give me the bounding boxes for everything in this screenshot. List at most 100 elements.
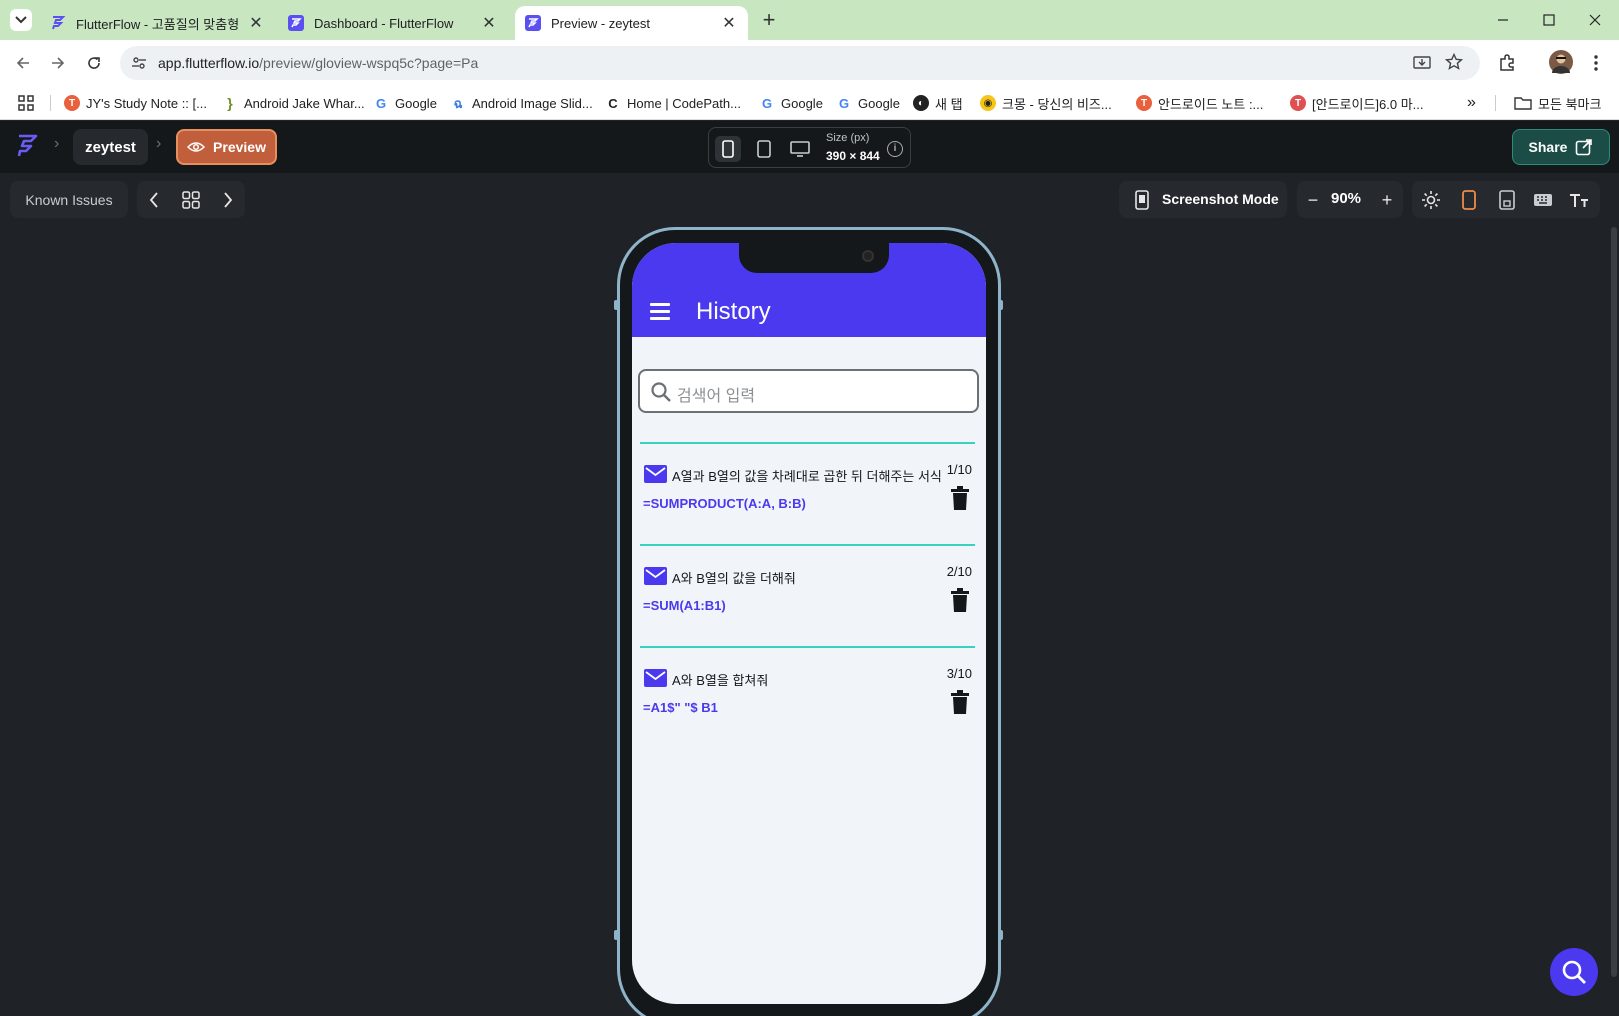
share-button[interactable]: Share: [1512, 129, 1610, 165]
bookmark-item[interactable]: ฉ Android Image Slid...: [450, 94, 593, 112]
window-close-button[interactable]: [1572, 6, 1618, 34]
flutterflow-favicon-icon: [525, 15, 541, 31]
preview-button[interactable]: Preview: [176, 129, 277, 165]
all-pages-button[interactable]: [180, 189, 202, 211]
hamburger-menu-icon[interactable]: [650, 303, 670, 320]
bookmark-item[interactable]: ◉ 크몽 - 당신의 비즈...: [980, 94, 1112, 112]
bookmark-item[interactable]: T [안드로이드]6.0 마...: [1290, 94, 1424, 112]
bookmark-item[interactable]: G Google: [759, 94, 823, 112]
history-list-item[interactable]: A와 B열을 합쳐줘 3/10 =A1$" "$ B1: [640, 646, 975, 748]
theme-toggle-button[interactable]: [1420, 189, 1442, 211]
history-formula: =SUMPRODUCT(A:A, B:B): [643, 496, 806, 511]
bookmark-label: 새 탭: [935, 96, 963, 112]
eye-icon: [187, 141, 206, 153]
desktop-device-button[interactable]: [787, 136, 813, 162]
phone-device-button[interactable]: [715, 136, 741, 162]
device-size-selector: Size (px) 390 × 844 i: [708, 127, 911, 168]
project-name-button[interactable]: zeytest: [73, 129, 148, 165]
tab-title: Dashboard - FlutterFlow: [314, 15, 454, 31]
tab-title: Preview - zeytest: [551, 15, 650, 31]
previous-page-button[interactable]: [143, 189, 165, 211]
bookmark-item[interactable]: C Home | CodePath...: [605, 94, 741, 112]
device-frame-button[interactable]: [1496, 189, 1518, 211]
forward-button[interactable]: [47, 52, 69, 74]
help-search-button[interactable]: [1550, 948, 1598, 996]
bookmark-item[interactable]: T 안드로이드 노트 :...: [1136, 94, 1263, 112]
zoom-level: 90%: [1331, 190, 1362, 207]
profile-avatar[interactable]: [1549, 50, 1573, 74]
install-app-icon[interactable]: [1413, 54, 1431, 77]
google-icon: G: [838, 95, 850, 111]
page-scrollbar[interactable]: [1611, 227, 1617, 977]
trash-icon[interactable]: [950, 690, 970, 714]
bookmark-item[interactable]: ◐ 새 탭: [913, 94, 963, 112]
text-scale-button[interactable]: [1568, 189, 1590, 211]
history-question: A와 B열을 합쳐줘: [672, 673, 769, 688]
site-settings-icon[interactable]: [130, 54, 148, 72]
trash-icon[interactable]: [950, 588, 970, 612]
zoom-in-button[interactable]: +: [1376, 189, 1398, 211]
bookmark-item[interactable]: G Google: [836, 94, 900, 112]
preview-label: Preview: [213, 139, 266, 155]
bookmark-label: JY's Study Note :: [...: [86, 95, 207, 111]
keyboard-button[interactable]: [1532, 189, 1554, 211]
reload-button[interactable]: [83, 52, 105, 74]
browser-tab-preview[interactable]: Preview - zeytest ✕: [515, 6, 748, 40]
flutterflow-logo-icon[interactable]: [14, 133, 40, 164]
avatar-icon: [1552, 54, 1570, 73]
apps-grid-icon: [18, 95, 34, 111]
phone-side-button: [999, 300, 1003, 310]
trash-icon[interactable]: [950, 486, 970, 510]
sun-icon: [1422, 191, 1440, 209]
known-issues-button[interactable]: Known Issues: [10, 181, 128, 218]
minimize-icon: [1498, 19, 1508, 21]
star-icon[interactable]: [1444, 52, 1464, 76]
url-host: app.flutterflow.io: [158, 55, 260, 71]
apps-grid-button[interactable]: [18, 94, 34, 112]
close-icon[interactable]: ✕: [720, 14, 738, 32]
all-bookmarks-label: 모든 북마크: [1538, 96, 1602, 112]
bookmark-item[interactable]: } Android Jake Whar...: [222, 94, 364, 112]
bookmark-label: Home | CodePath...: [627, 95, 741, 111]
bookmark-item[interactable]: G Google: [373, 94, 437, 112]
bookmark-divider: [1495, 95, 1496, 111]
maximize-button[interactable]: [1526, 6, 1572, 34]
size-value: 390 × 844: [826, 149, 880, 163]
bookmark-item[interactable]: T JY's Study Note :: [...: [64, 94, 207, 112]
all-bookmarks-button[interactable]: 모든 북마크: [1514, 94, 1601, 112]
back-button[interactable]: [12, 52, 34, 74]
close-icon[interactable]: ✕: [247, 14, 265, 32]
chevron-right-icon: [224, 192, 233, 208]
kmong-icon: ◉: [980, 95, 996, 111]
bookmark-label: Google: [395, 95, 437, 111]
url-field[interactable]: app.flutterflow.io/preview/gloview-wspq5…: [120, 46, 1480, 80]
new-tab-button[interactable]: +: [757, 9, 781, 33]
portrait-orientation-button[interactable]: [1458, 189, 1480, 211]
history-list-item[interactable]: A열과 B열의 값을 차례대로 곱한 뒤 더해주는 서식 1/10 =SUMPR…: [640, 442, 975, 544]
history-list-item[interactable]: A와 B열의 값을 더해줘 2/10 =SUM(A1:B1): [640, 544, 975, 646]
tab-search-button[interactable]: [10, 9, 32, 31]
zoom-out-button[interactable]: −: [1302, 189, 1324, 211]
next-page-button[interactable]: [217, 189, 239, 211]
text-size-icon: [1570, 194, 1588, 207]
bookmarks-overflow-button[interactable]: »: [1467, 94, 1476, 112]
flutterflow-favicon-icon: [288, 15, 304, 31]
search-icon: [1562, 960, 1586, 984]
google-icon: G: [761, 95, 773, 111]
info-icon[interactable]: i: [887, 141, 903, 157]
screenshot-mode-button[interactable]: Screenshot Mode: [1119, 181, 1287, 218]
phone-portrait-icon: [1462, 190, 1476, 210]
history-index: 1/10: [946, 462, 972, 477]
mail-icon: [644, 669, 667, 687]
phone-side-button: [614, 930, 618, 940]
history-formula: =SUM(A1:B1): [643, 598, 726, 613]
minimize-button[interactable]: [1480, 6, 1526, 34]
app-bar: History: [632, 243, 986, 337]
browser-menu-button[interactable]: [1585, 52, 1607, 74]
extensions-button[interactable]: [1496, 52, 1518, 74]
browser-tab-flutterflow[interactable]: FlutterFlow - 고품질의 맞춤형 ✕: [40, 6, 275, 40]
close-icon[interactable]: ✕: [480, 14, 498, 32]
tablet-device-button[interactable]: [751, 136, 777, 162]
browser-tab-dashboard[interactable]: Dashboard - FlutterFlow ✕: [278, 6, 508, 40]
search-input[interactable]: 검색어 입력: [638, 369, 979, 413]
